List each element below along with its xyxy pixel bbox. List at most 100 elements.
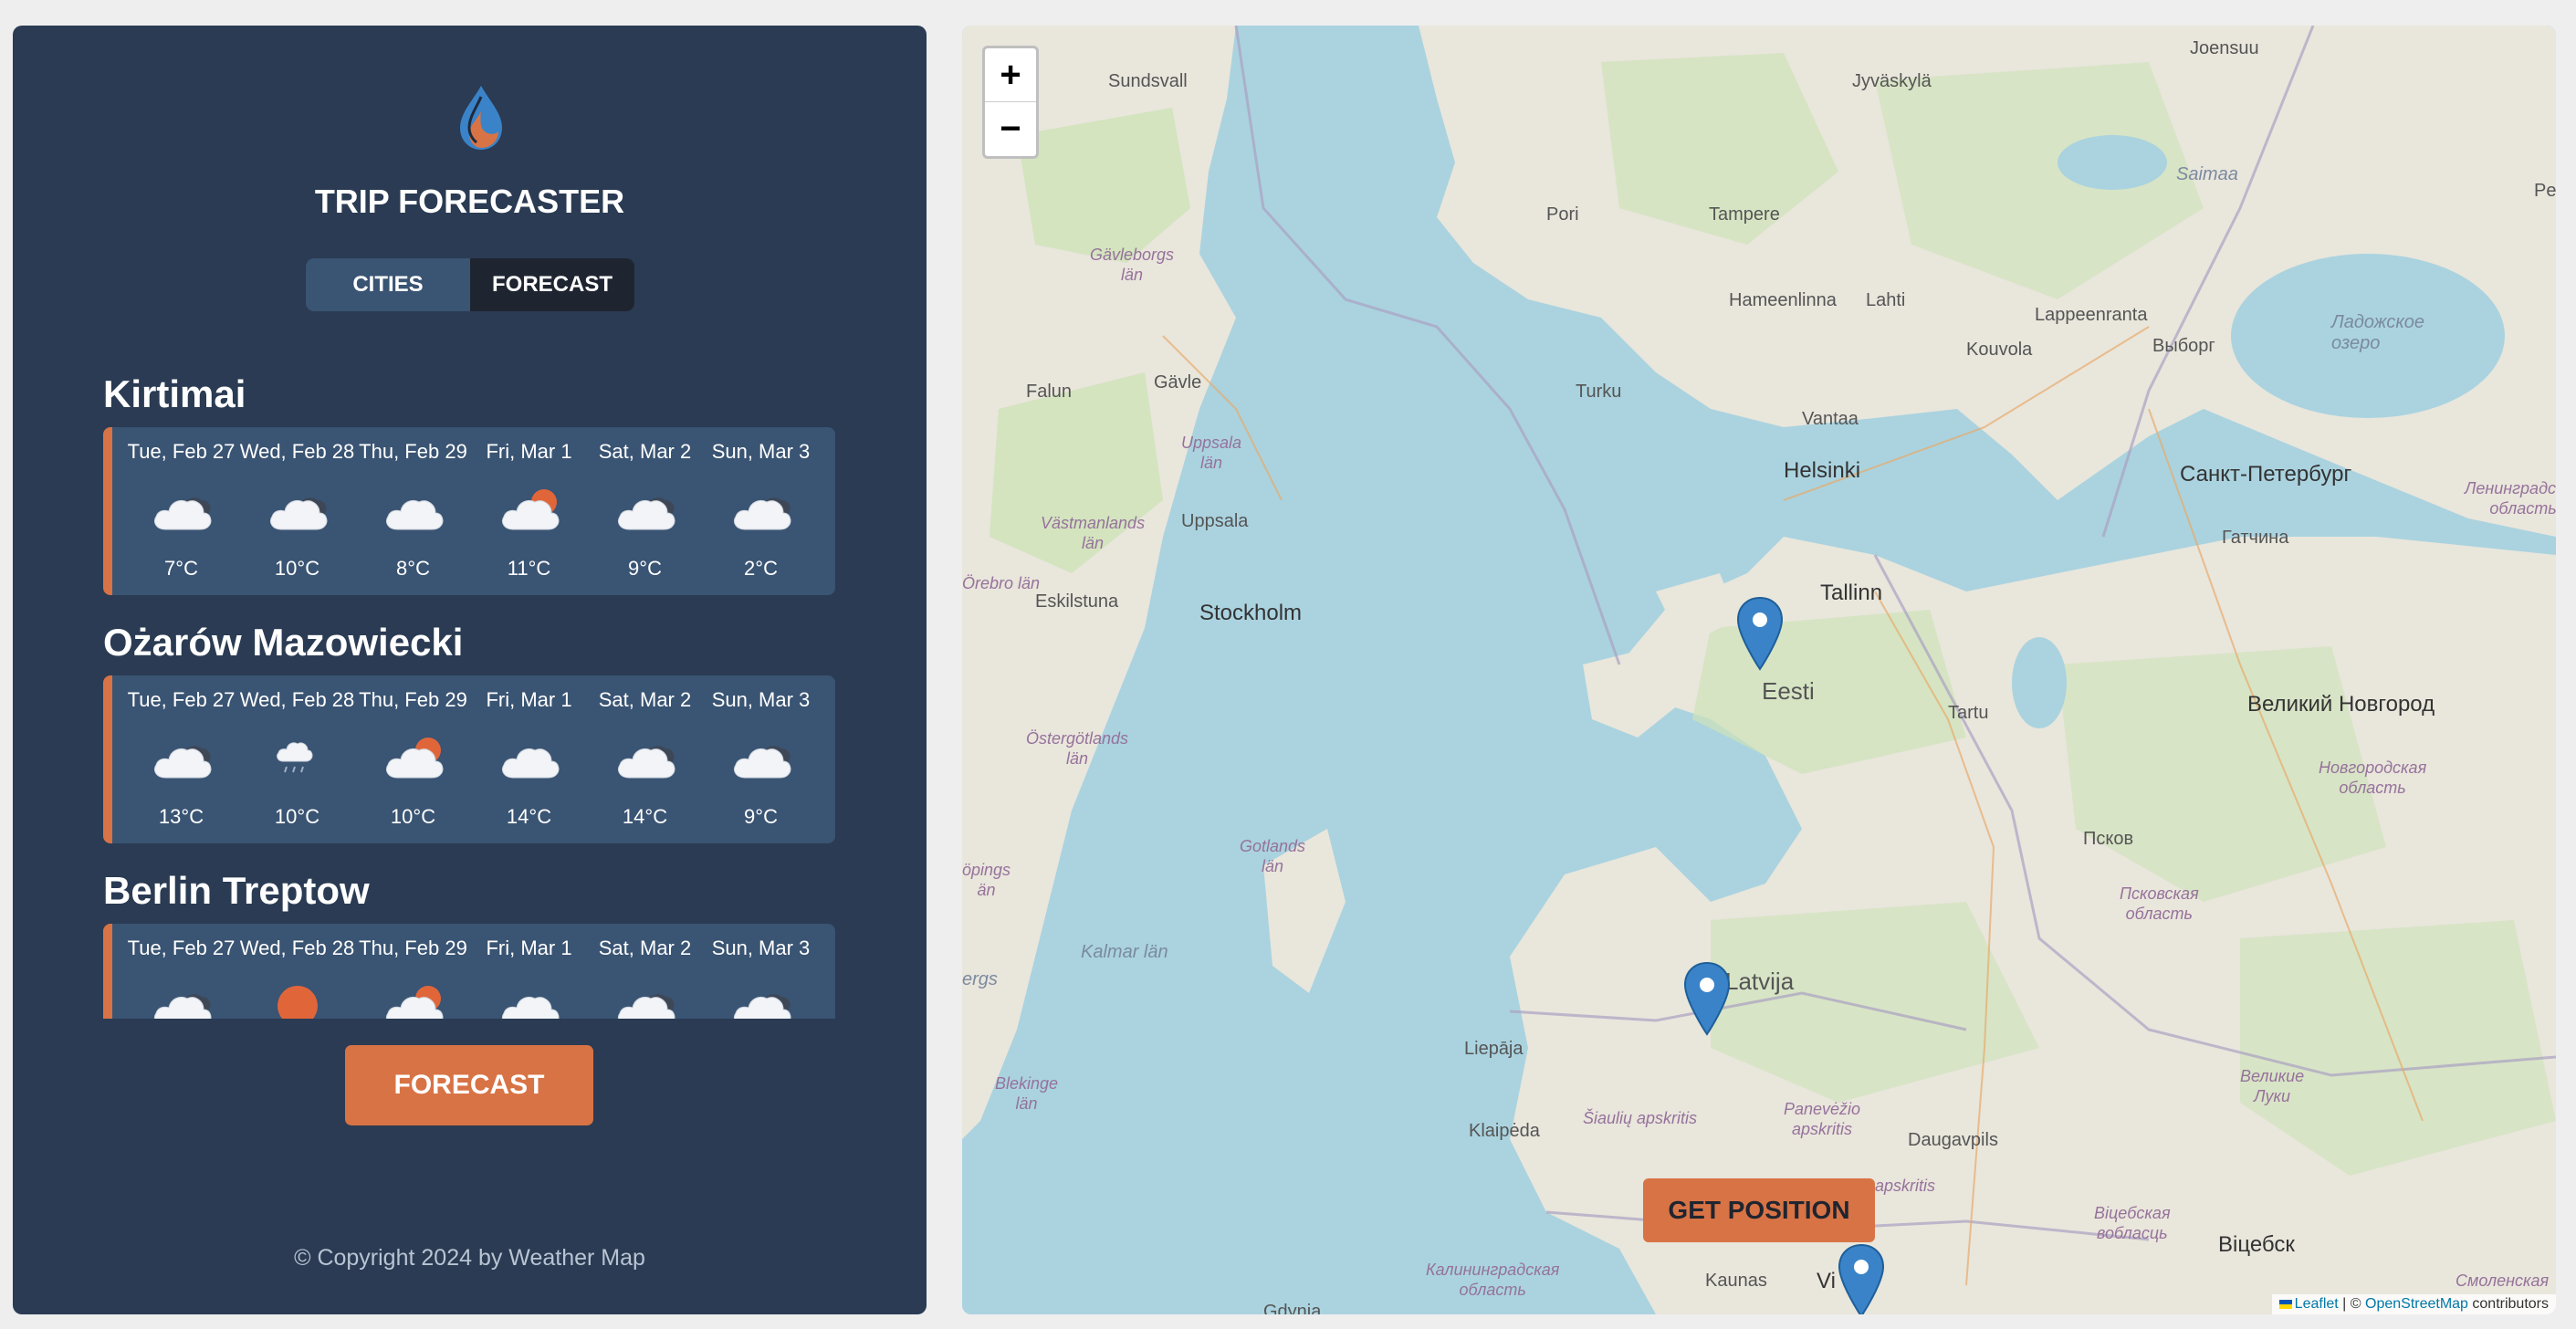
app-title: TRIP FORECASTER <box>314 183 625 220</box>
weather-cloud-dark-icon <box>149 978 215 1019</box>
map-attribution: Leaflet | © OpenStreetMap contributors <box>2271 1294 2556 1314</box>
map-label-tartu: Tartu <box>1948 703 1989 723</box>
day-temperature: 14°C <box>622 805 668 828</box>
map-label-jonkopings: öpings än <box>962 861 1011 899</box>
day-date: Thu, Feb 29 <box>359 688 467 711</box>
day-date: Sun, Mar 3 <box>711 440 811 463</box>
day-date: Fri, Mar 1 <box>486 688 572 711</box>
zoom-out-button[interactable]: − <box>985 102 1036 156</box>
map-marker-latvia[interactable] <box>1682 961 1732 1036</box>
map-label-klaipeda: Klaipėda <box>1469 1121 1540 1141</box>
forecast-day: Fri, Mar 1 <box>471 924 587 1019</box>
forecast-card[interactable]: Tue, Feb 27 13°C Wed, Feb 28 10°C Thu, Feb 2… <box>103 675 835 843</box>
map-label-gavle: Gävle <box>1154 372 1202 392</box>
day-date: Thu, Feb 29 <box>359 937 467 959</box>
day-date: Sat, Mar 2 <box>598 688 692 711</box>
forecast-day: Tue, Feb 27 7°C <box>123 427 239 595</box>
map-label-vantaa: Vantaa <box>1802 409 1859 429</box>
day-temperature: 10°C <box>274 557 320 580</box>
forecast-day: Sat, Mar 2 9°C <box>587 427 703 595</box>
forecast-day: Wed, Feb 28 10°C <box>239 675 355 843</box>
map-label-gotlands: Gotlands län <box>1240 837 1306 875</box>
day-date: Sun, Mar 3 <box>711 688 811 711</box>
map-label-ostergotlands: Östergötlands län <box>1026 729 1129 768</box>
weather-cloud-dark-icon <box>265 482 330 537</box>
weather-cloud-dark-icon <box>613 730 678 785</box>
map-label-falun: Falun <box>1026 382 1073 402</box>
map-label-vastmanlands: Västmanlands län <box>1041 514 1146 552</box>
day-date: Sat, Mar 2 <box>598 937 692 959</box>
tab-forecast[interactable]: FORECAST <box>470 258 634 311</box>
map-label-smolensk: Смоленская <box>2456 1271 2550 1290</box>
map-label-liepaja: Liepāja <box>1464 1039 1524 1059</box>
forecast-day: Tue, Feb 27 <box>123 924 239 1019</box>
weather-cloud-dark-icon <box>728 978 794 1019</box>
ukraine-flag-icon <box>2278 1299 2292 1309</box>
osm-link[interactable]: OpenStreetMap <box>2365 1296 2468 1312</box>
weather-cloud-sun-icon <box>381 730 446 785</box>
weather-cloud-dark-icon <box>613 978 678 1019</box>
map-label-pori: Pori <box>1546 204 1579 225</box>
day-date: Tue, Feb 27 <box>127 937 236 959</box>
weather-cloud-rain-icon <box>265 730 330 785</box>
leaflet-link[interactable]: Leaflet <box>2295 1296 2339 1312</box>
map-label-turku: Turku <box>1576 382 1622 402</box>
forecast-day: Sun, Mar 3 2°C <box>703 427 819 595</box>
city-name: Kirtimai <box>103 372 246 415</box>
map-label-gatchina: Гатчина <box>2222 528 2289 548</box>
day-temperature: 14°C <box>506 805 552 828</box>
map-label-leningrad-obl: Ленинградская область <box>2465 479 2556 518</box>
map-label-kouvola: Kouvola <box>1966 340 2033 360</box>
forecast-day: Fri, Mar 1 14°C <box>471 675 587 843</box>
map-label-vitebsk: Віцебск <box>2218 1232 2295 1257</box>
map-label-velikie-luki: Великие Луки <box>2240 1067 2305 1105</box>
map-label-tampere: Tampere <box>1709 204 1780 225</box>
day-temperature: 2°C <box>744 557 778 580</box>
weather-cloud-dark-icon <box>728 730 794 785</box>
map-label-panevezio: Panevėžio apskritis <box>1784 1100 1861 1138</box>
zoom-in-button[interactable]: + <box>985 48 1036 102</box>
sidebar: TRIP FORECASTER CITIES FORECAST Kirtimai… <box>13 26 927 1314</box>
day-date: Sun, Mar 3 <box>711 937 811 959</box>
forecast-card[interactable]: Tue, Feb 27 7°C Wed, Feb 28 10°C Thu, Feb 29… <box>103 427 835 595</box>
map-label-vyborg: Выборг <box>2152 336 2215 356</box>
map-label-vitebsk-obl: Віцебская вобласць <box>2094 1204 2171 1242</box>
city-forecast-list[interactable]: Kirtimai Tue, Feb 27 7°C Wed, Feb 28 10°C Thu… <box>103 372 848 1019</box>
map[interactable]: Sundsvall Jyväskylä Joensuu Pe Saimaa Pori Tam… <box>962 26 2556 1314</box>
map-marker-vilnius[interactable] <box>1837 1243 1886 1314</box>
map-label-kaliningrad: Калининградская область <box>1426 1261 1560 1299</box>
map-label-ladoga: Ладожское озеро <box>2331 312 2425 353</box>
weather-sun-icon <box>265 978 330 1019</box>
map-label-novgorod-obl: Новгородская область <box>2319 759 2427 797</box>
get-position-button[interactable]: GET POSITION <box>1643 1178 1875 1242</box>
forecast-day: Thu, Feb 29 <box>355 924 471 1019</box>
day-temperature: 10°C <box>274 805 320 828</box>
forecast-day: Sun, Mar 3 9°C <box>703 675 819 843</box>
forecast-day: Tue, Feb 27 13°C <box>123 675 239 843</box>
map-label-helsinki: Helsinki <box>1784 458 1861 483</box>
water-drop-logo-icon <box>460 86 502 150</box>
forecast-day: Sat, Mar 2 <box>587 924 703 1019</box>
map-label-saimaa: Saimaa <box>2176 164 2238 184</box>
map-label-kalmar: Kalmar län <box>1081 942 1168 962</box>
day-date: Sat, Mar 2 <box>598 440 692 463</box>
city-forecast: Ożarów Mazowiecki Tue, Feb 27 13°C Wed, Feb… <box>103 621 848 869</box>
map-label-hameenlinna: Hameenlinna <box>1729 290 1837 310</box>
day-date: Wed, Feb 28 <box>239 937 355 959</box>
map-label-eskilstuna: Eskilstuna <box>1035 591 1119 612</box>
forecast-card[interactable]: Tue, Feb 27 Wed, Feb 28 Thu, Feb 29 Fri, Ma… <box>103 924 835 1019</box>
weather-cloud-sun-icon <box>497 482 562 537</box>
city-forecast: Berlin Treptow Tue, Feb 27 Wed, Feb 28 Thu,… <box>103 869 848 1019</box>
weather-cloud-dark-icon <box>728 482 794 537</box>
zoom-control: + − <box>982 46 1039 159</box>
map-label-kaunas: Kaunas <box>1705 1271 1767 1291</box>
day-date: Wed, Feb 28 <box>239 688 355 711</box>
forecast-button[interactable]: FORECAST <box>345 1045 593 1125</box>
tab-cities[interactable]: CITIES <box>306 258 470 311</box>
map-label-tallinn: Tallinn <box>1820 581 1883 605</box>
map-label-stockholm: Stockholm <box>1199 601 1303 625</box>
day-date: Tue, Feb 27 <box>127 440 236 463</box>
map-label-uppsala: Uppsala <box>1181 511 1249 531</box>
map-marker-tallinn[interactable] <box>1735 596 1785 671</box>
forecast-day: Wed, Feb 28 10°C <box>239 427 355 595</box>
